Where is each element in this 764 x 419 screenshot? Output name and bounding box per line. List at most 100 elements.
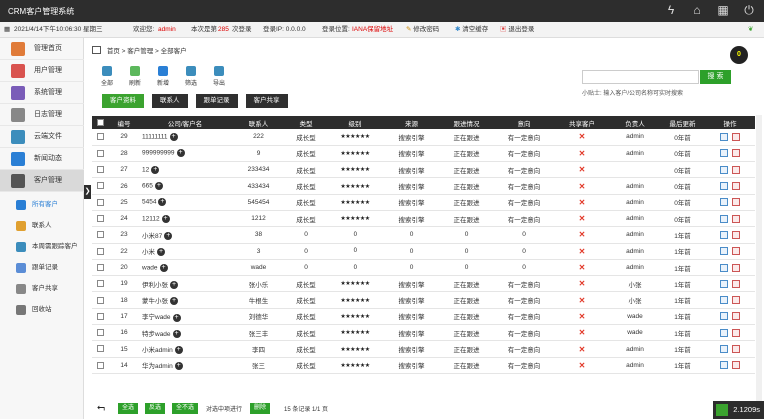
edit-icon[interactable] [720,345,728,353]
customer-name[interactable]: 小米87 [142,233,162,240]
customer-name[interactable]: 华为admin [142,363,173,370]
table-row[interactable]: 23 小米87 +38 0 0 0 0 0 ✕ admin 1年前 [92,226,755,244]
plus-icon[interactable]: + [172,329,181,338]
plus-icon[interactable]: + [157,248,165,257]
delete-icon[interactable] [732,230,740,239]
checkbox[interactable] [97,312,104,320]
plus-icon[interactable]: + [169,132,178,141]
tab-follow-records[interactable]: 跟单记录 [195,94,238,108]
home-icon[interactable] [92,46,101,54]
plus-icon[interactable]: + [170,297,178,306]
select-none-button[interactable]: 全不选 [172,403,199,414]
delete-icon[interactable] [732,312,740,321]
delete-icon[interactable] [732,361,740,370]
plus-icon[interactable]: + [159,263,168,272]
edit-icon[interactable] [720,214,728,223]
checkbox[interactable] [97,345,104,353]
row-select-cell[interactable] [92,161,109,179]
search-input[interactable] [582,70,699,84]
delete-icon[interactable] [732,182,740,191]
breadcrumb-home[interactable]: 首页 [107,48,120,55]
plus-icon[interactable]: + [161,214,170,223]
edit-icon[interactable] [720,296,728,305]
toolbar-all-button[interactable]: 全部 [96,66,118,87]
edit-icon[interactable] [720,279,728,288]
edit-icon[interactable] [720,312,728,321]
sidebar-toggle[interactable]: ❯ [84,185,91,199]
delete-icon[interactable] [732,247,740,256]
customer-name[interactable]: 5454 [142,199,156,206]
edit-icon[interactable] [720,198,728,207]
sidebar-item-news[interactable]: 新闻动态 [0,148,84,170]
lightning-icon[interactable]: ϟ [664,3,678,17]
change-password-link[interactable]: ✎ 修改密码 [406,22,439,38]
table-row[interactable]: 28 999999999 +9 成长型 ★★★★★★ 搜索引擎 正在跟进 有一定意向 ✕ admi… [92,145,755,163]
row-select-cell[interactable] [92,145,109,163]
edit-icon[interactable] [720,149,728,158]
plus-icon[interactable]: + [154,182,163,191]
checkbox[interactable] [97,247,104,255]
delete-icon[interactable] [732,214,740,223]
customer-name[interactable]: wade [142,264,158,271]
checkbox[interactable] [97,149,104,157]
delete-icon[interactable] [732,198,740,207]
row-select-cell[interactable] [92,357,109,374]
column-header[interactable]: 类型 [286,116,326,129]
edit-icon[interactable] [720,165,728,174]
logout-link[interactable]: ▣ 退出登录 [500,22,534,38]
row-select-cell[interactable] [92,129,109,146]
row-select-cell[interactable] [92,259,109,277]
checkbox[interactable] [97,231,104,239]
column-header[interactable]: 联系人 [231,116,286,129]
tab-customer-share[interactable]: 客户共享 [245,94,288,108]
checkbox[interactable] [97,133,104,141]
row-select-cell[interactable] [92,308,109,326]
search-button[interactable]: 搜 索 [700,70,731,84]
table-row[interactable]: 22 小米 +3 0 0 0 0 0 ✕ admin 1年前 [92,243,755,260]
delete-icon[interactable] [732,328,740,337]
edit-icon[interactable] [720,132,728,141]
customer-name[interactable]: 12 [142,166,149,173]
edit-icon[interactable] [720,182,728,191]
sidebar-subitem-weekly-track[interactable]: 本周需跟踪客户 [0,237,84,257]
home-icon[interactable]: ⌂ [690,3,704,17]
edit-icon[interactable] [720,230,728,239]
notification-badge[interactable]: 0 [730,46,748,64]
plus-icon[interactable]: + [174,362,183,371]
table-row[interactable]: 17 李宁wade + 刘德华 成长型 ★★★★★★ 搜索引擎 正在跟进 有一定意向 ✕ wade 1… [92,308,755,326]
customer-name[interactable]: 蒙牛小张 [142,298,168,305]
edit-icon[interactable] [720,263,728,272]
sidebar-subitem-follow-records[interactable]: 跟单记录 [0,258,84,278]
delete-icon[interactable] [732,132,740,141]
checkbox[interactable] [97,215,104,223]
sidebar-subitem-recycle-bin[interactable]: 回收站 [0,300,84,320]
checkbox[interactable] [97,280,104,288]
delete-icon[interactable] [732,165,740,174]
checkbox[interactable] [97,361,104,369]
column-header[interactable]: 跟进情况 [439,116,494,129]
delete-icon[interactable] [732,296,740,305]
table-row[interactable]: 26 665 +433434 成长型 ★★★★★★ 搜索引擎 正在跟进 有一定意向 ✕ admin… [92,177,755,195]
column-header[interactable]: 编号 [109,116,139,129]
customer-name[interactable]: 12112 [142,215,160,222]
breadcrumb-customers[interactable]: 客户管理 [127,48,153,55]
customer-name[interactable]: 特步wade [142,331,171,338]
checkbox[interactable] [97,182,104,190]
sidebar-item-cloud-files[interactable]: 云端文件 [0,126,84,148]
edit-icon[interactable] [720,328,728,337]
row-select-cell[interactable] [92,226,109,244]
row-select-cell[interactable] [92,177,109,195]
clear-cache-link[interactable]: ✱ 清空缓存 [455,22,488,38]
delete-icon[interactable] [732,345,740,353]
tab-contacts[interactable]: 联系人 [152,94,188,108]
delete-button[interactable]: 删除 [250,403,271,414]
select-all-button[interactable]: 全选 [118,403,139,414]
customer-name[interactable]: 11111111 [142,134,168,141]
sidebar-subitem-all-customers[interactable]: 所有客户 [0,195,84,215]
edit-icon[interactable] [720,247,728,256]
column-header[interactable]: 负责人 [610,116,660,129]
back-arrow-icon[interactable]: ⮢ [97,402,105,413]
table-row[interactable]: 27 12 +233434 成长型 ★★★★★★ 搜索引擎 正在跟进 有一定意向 ✕ 0年前 [92,161,755,179]
column-header[interactable]: 来源 [384,116,439,129]
column-header[interactable]: 共享客户 [554,116,610,129]
